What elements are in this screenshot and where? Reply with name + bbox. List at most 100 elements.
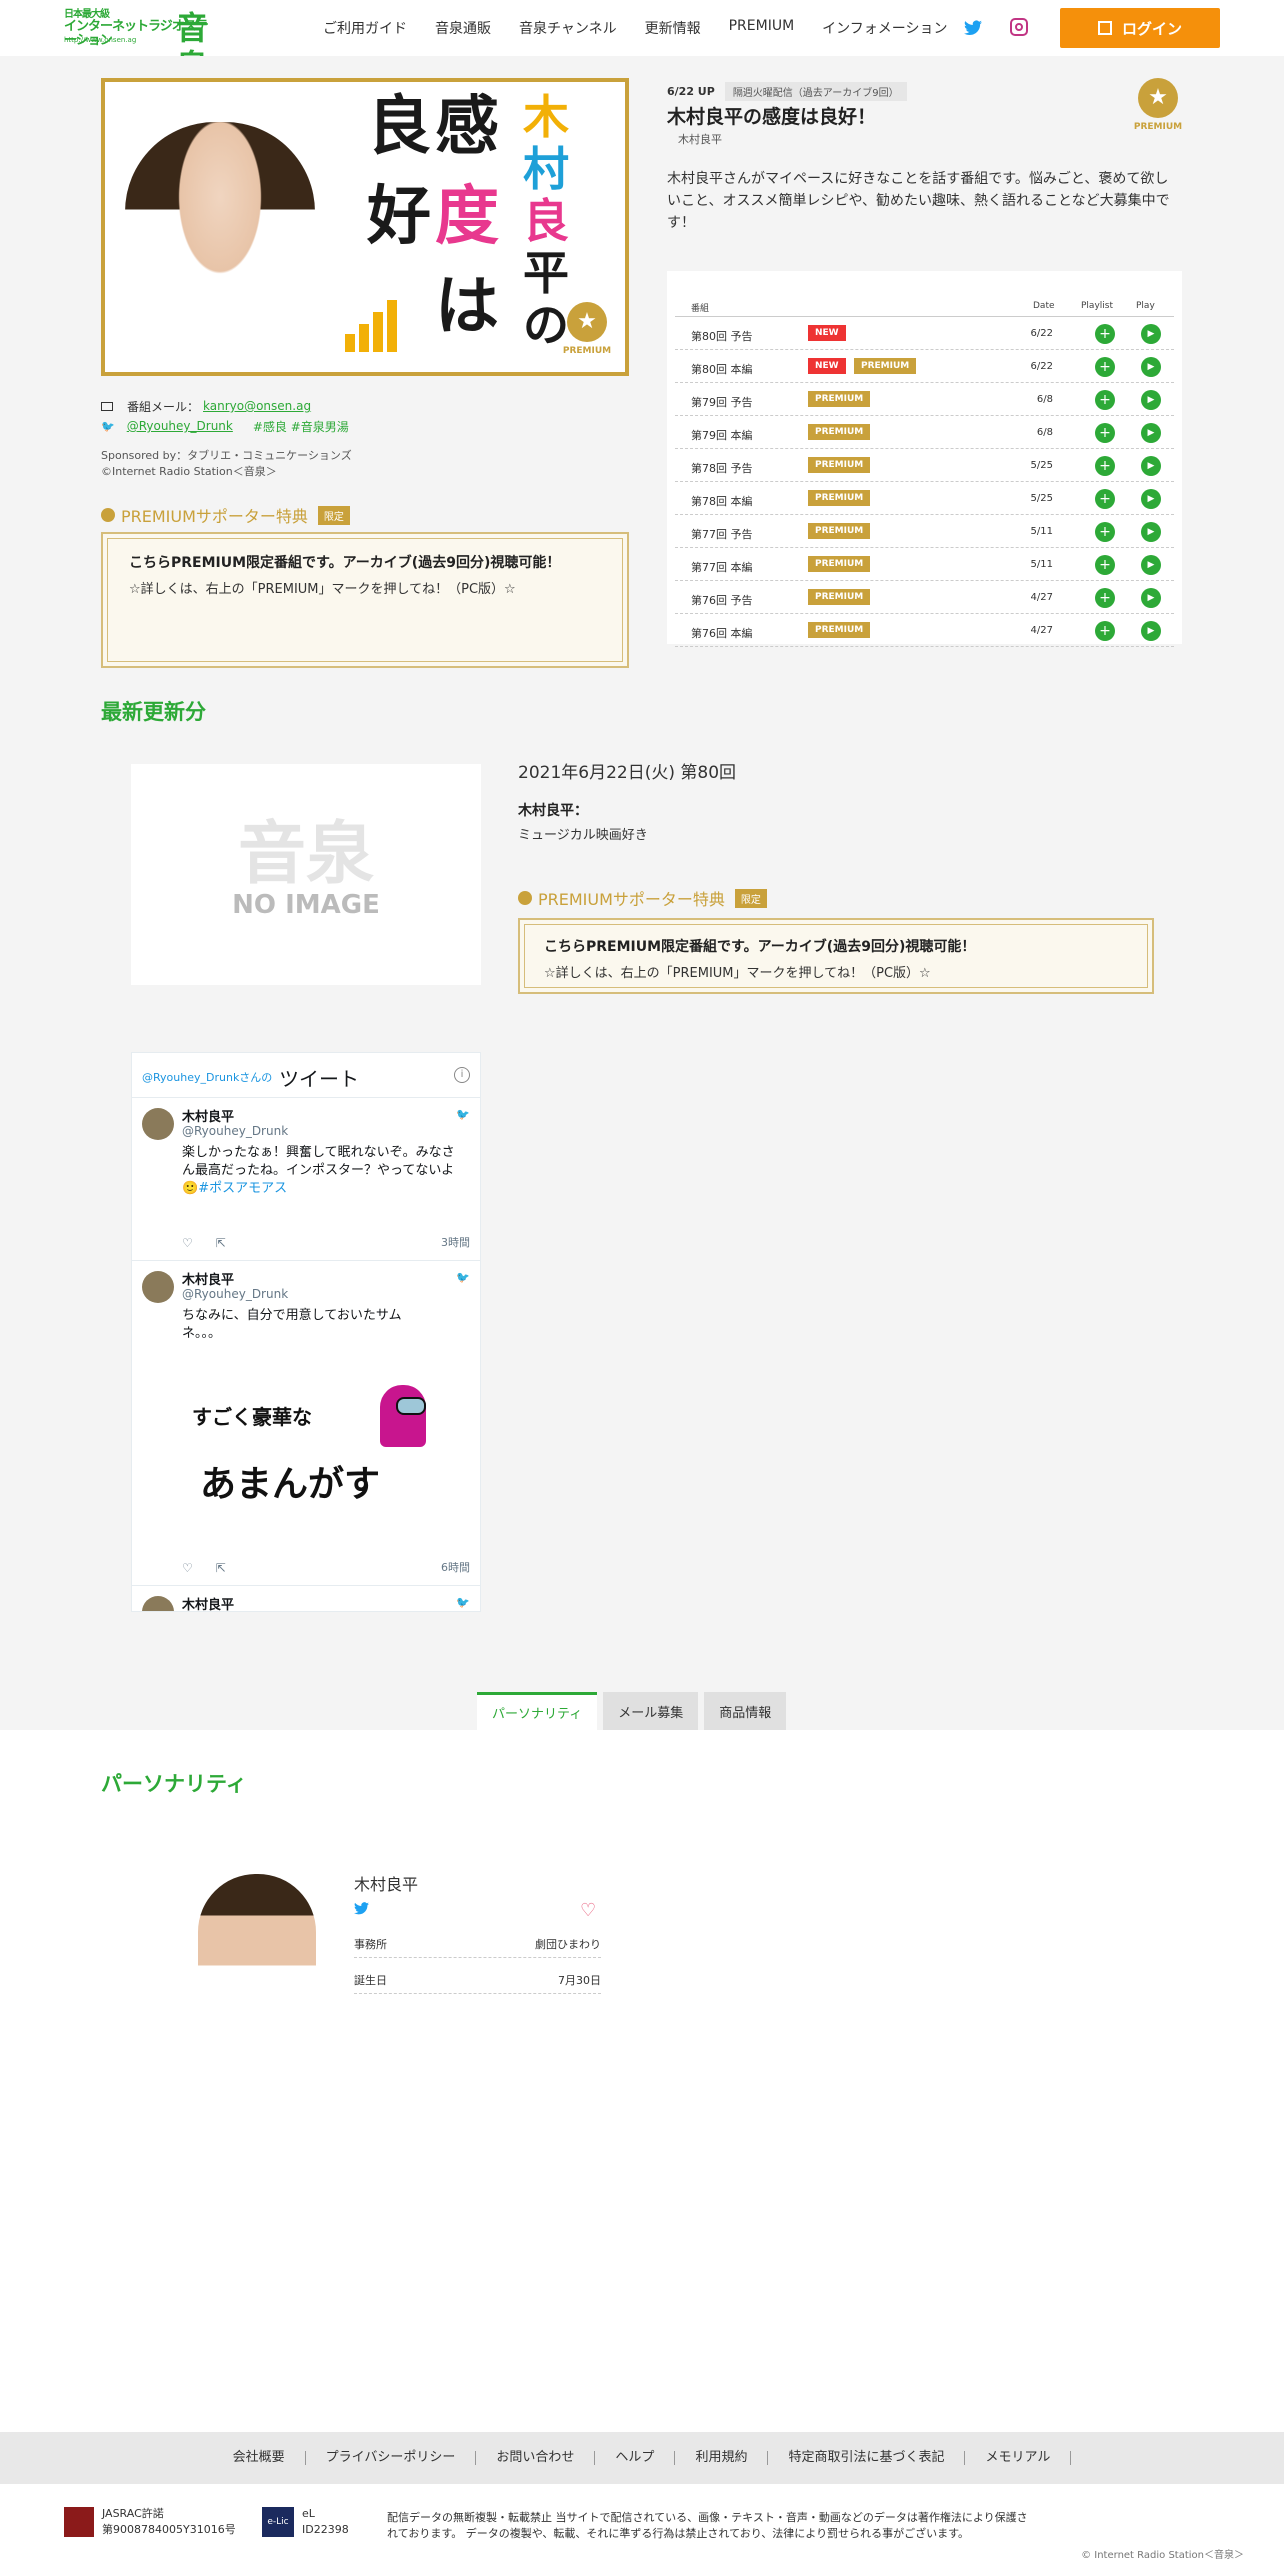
premium-badge-right-label: PREMIUM xyxy=(1133,122,1183,132)
play-icon[interactable]: ▶ xyxy=(1141,555,1161,575)
tab-mail[interactable]: メール募集 xyxy=(603,1692,699,1730)
table-row[interactable]: 第79回 予告 PREMIUM 6/8 + ▶ xyxy=(675,383,1174,416)
add-to-playlist-icon[interactable]: + xyxy=(1095,456,1115,476)
timeline-handle[interactable]: @Ryouhey_Drunkさんの xyxy=(142,1069,272,1085)
premium-notice-box: こちらPREMIUM限定番組です。アーカイブ(過去9回分)視聴可能！ ☆詳しくは… xyxy=(101,532,629,668)
table-row[interactable]: 第76回 予告 PREMIUM 4/27 + ▶ xyxy=(675,581,1174,614)
table-row[interactable]: 第79回 本編 PREMIUM 6/8 + ▶ xyxy=(675,416,1174,449)
personality-birthday-row: 誕生日 7月30日 xyxy=(354,1960,601,1994)
table-row[interactable]: 第80回 本編 NEW PREMIUM 6/22 + ▶ xyxy=(675,350,1174,383)
nav-information[interactable]: インフォメーション xyxy=(822,18,947,38)
nav-guide[interactable]: ご利用ガイド xyxy=(323,18,407,38)
favorite-heart-icon[interactable]: ♡ xyxy=(580,1900,596,1921)
play-icon[interactable]: ▶ xyxy=(1141,423,1161,443)
episode-title[interactable]: 第79回 本編 xyxy=(691,427,753,443)
tweet-item[interactable]: 木村良平 @Ryouhey_Drunk 🐦 ちなみに、自分で用意しておいたサムネ… xyxy=(132,1261,480,1586)
episode-date: 4/27 xyxy=(1030,625,1053,636)
tab-personality[interactable]: パーソナリティ xyxy=(477,1692,598,1730)
mail-link[interactable]: kanryo@onsen.ag xyxy=(203,399,311,413)
tab-products[interactable]: 商品情報 xyxy=(704,1692,787,1730)
nav-premium[interactable]: PREMIUM xyxy=(729,18,795,38)
nav-channel[interactable]: 音泉チャンネル xyxy=(519,18,617,38)
add-to-playlist-icon[interactable]: + xyxy=(1095,489,1115,509)
play-icon[interactable]: ▶ xyxy=(1141,456,1161,476)
table-row[interactable]: 第80回 予告 NEW 6/22 + ▶ xyxy=(675,317,1174,350)
episode-title[interactable]: 第77回 本編 xyxy=(691,559,753,575)
tweet-handle[interactable]: @Ryouhey_Drunk xyxy=(182,1287,288,1301)
birthday-value: 7月30日 xyxy=(558,1974,601,1987)
add-to-playlist-icon[interactable]: + xyxy=(1095,357,1115,377)
episode-title[interactable]: 第76回 本編 xyxy=(691,625,753,641)
play-icon[interactable]: ▶ xyxy=(1141,324,1161,344)
episode-title[interactable]: 第80回 予告 xyxy=(691,328,753,344)
footer-link-contact[interactable]: お問い合わせ xyxy=(476,2451,596,2465)
add-to-playlist-icon[interactable]: + xyxy=(1095,390,1115,410)
twitter-icon[interactable] xyxy=(964,19,982,37)
add-to-playlist-icon[interactable]: + xyxy=(1095,522,1115,542)
table-row[interactable]: 第78回 予告 PREMIUM 5/25 + ▶ xyxy=(675,449,1174,482)
play-icon[interactable]: ▶ xyxy=(1141,522,1161,542)
footer-link-memorial[interactable]: メモリアル xyxy=(965,2451,1072,2465)
table-row[interactable]: 第77回 本編 PREMIUM 5/11 + ▶ xyxy=(675,548,1174,581)
add-to-playlist-icon[interactable]: + xyxy=(1095,423,1115,443)
episode-title[interactable]: 第77回 予告 xyxy=(691,526,753,542)
nav-updates[interactable]: 更新情報 xyxy=(645,18,701,38)
instagram-icon[interactable] xyxy=(1010,18,1028,36)
twitter-small-icon: 🐦 xyxy=(101,419,115,433)
twitter-link[interactable]: @Ryouhey_Drunk xyxy=(127,419,233,433)
play-icon[interactable]: ▶ xyxy=(1141,357,1161,377)
tweet-time[interactable]: 6時間 xyxy=(441,1559,470,1575)
table-row[interactable]: 第78回 本編 PREMIUM 5/25 + ▶ xyxy=(675,482,1174,515)
episode-title[interactable]: 第76回 予告 xyxy=(691,592,753,608)
tweet-handle[interactable]: @Ryouhey_Drunk xyxy=(182,1124,288,1138)
play-icon[interactable]: ▶ xyxy=(1141,588,1161,608)
footer-link-privacy[interactable]: プライバシーポリシー xyxy=(306,2451,477,2465)
avatar[interactable] xyxy=(142,1108,174,1140)
site-logo[interactable]: 日本最大級 インターネットラジオステーション http://www.onsen.… xyxy=(64,9,219,85)
episode-date: 6/22 xyxy=(1030,361,1053,372)
hashtags[interactable]: #感良 #音泉男湯 xyxy=(253,418,349,435)
table-row[interactable]: 第76回 本編 PREMIUM 4/27 + ▶ xyxy=(675,614,1174,647)
add-to-playlist-icon[interactable]: + xyxy=(1095,588,1115,608)
tweet-author[interactable]: 木村良平 xyxy=(182,1106,234,1125)
share-icon[interactable]: ⇱ xyxy=(216,1236,226,1250)
add-to-playlist-icon[interactable]: + xyxy=(1095,621,1115,641)
footer-link-terms[interactable]: 利用規約 xyxy=(675,2451,769,2465)
footer-link-commerce[interactable]: 特定商取引法に基づく表記 xyxy=(768,2451,966,2465)
tweet-author[interactable]: 木村良平 xyxy=(182,1594,234,1611)
episode-title[interactable]: 第80回 本編 xyxy=(691,361,753,377)
play-icon[interactable]: ▶ xyxy=(1141,390,1161,410)
tweet-image[interactable]: すごく豪華な あまんがす xyxy=(182,1373,462,1523)
tweet-item[interactable]: 木村良平 @Ryouhey_Drunk 🐦 楽しかったなぁ！興奮して眠れないぞ。… xyxy=(132,1098,480,1261)
tweet-item[interactable]: 木村良平 🐦 xyxy=(132,1586,480,1611)
program-personality[interactable]: 木村良平 xyxy=(678,131,722,147)
nav-shop[interactable]: 音泉通販 xyxy=(435,18,491,38)
info-icon[interactable]: i xyxy=(454,1067,470,1083)
footer-link-company[interactable]: 会社概要 xyxy=(213,2451,306,2465)
like-icon[interactable]: ♡ xyxy=(182,1236,193,1250)
tweet-author[interactable]: 木村良平 xyxy=(182,1269,234,1288)
play-icon[interactable]: ▶ xyxy=(1141,621,1161,641)
like-icon[interactable]: ♡ xyxy=(182,1561,193,1575)
login-button[interactable]: ログイン xyxy=(1060,8,1220,48)
episode-title[interactable]: 第78回 本編 xyxy=(691,493,753,509)
premium-badge-right[interactable]: ★ PREMIUM xyxy=(1133,78,1183,140)
premium-badge[interactable]: ★ PREMIUM xyxy=(561,302,613,364)
table-row[interactable]: 第77回 予告 PREMIUM 5/11 + ▶ xyxy=(675,515,1174,548)
premium-notice-bold-2: こちらPREMIUM限定番組です。アーカイブ(過去9回分)視聴可能！ xyxy=(544,939,976,955)
footer-link-help[interactable]: ヘルプ xyxy=(595,2451,676,2465)
avatar[interactable] xyxy=(142,1271,174,1303)
episode-title[interactable]: 第78回 予告 xyxy=(691,460,753,476)
avatar[interactable] xyxy=(142,1596,174,1611)
share-icon[interactable]: ⇱ xyxy=(216,1561,226,1575)
premium-supporter-heading-2: PREMIUMサポーター特典 限定 xyxy=(518,886,767,910)
add-to-playlist-icon[interactable]: + xyxy=(1095,555,1115,575)
play-icon[interactable]: ▶ xyxy=(1141,489,1161,509)
add-to-playlist-icon[interactable]: + xyxy=(1095,324,1115,344)
twitter-icon[interactable] xyxy=(354,1902,369,1915)
episode-title[interactable]: 第79回 予告 xyxy=(691,394,753,410)
premium-tag: PREMIUM xyxy=(808,424,871,440)
tweet-time[interactable]: 3時間 xyxy=(441,1234,470,1250)
tweet-hashtag[interactable]: #ポスアモアス xyxy=(198,1181,287,1196)
twitter-timeline-widget[interactable]: @Ryouhey_Drunkさんの ツイート i 木村良平 @Ryouhey_D… xyxy=(131,1052,481,1612)
